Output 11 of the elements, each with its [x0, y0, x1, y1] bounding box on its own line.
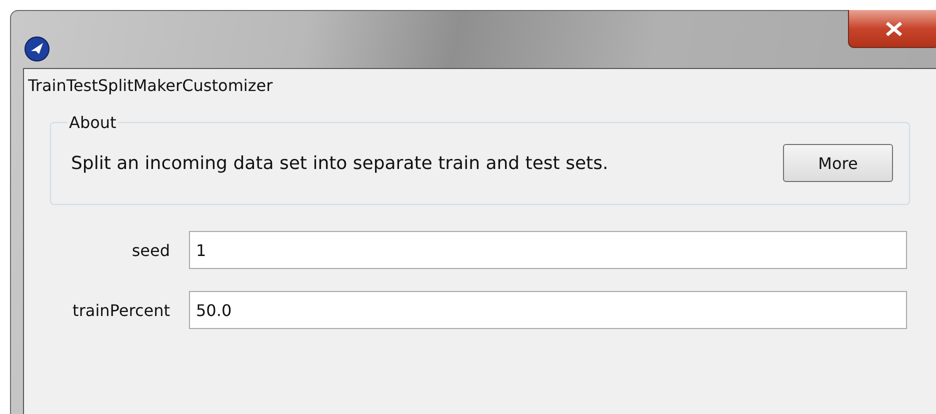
input-field[interactable]: 1 — [189, 231, 907, 269]
field-label: trainPercent — [72, 300, 170, 320]
close-button[interactable] — [848, 10, 936, 48]
group-legend: About — [67, 113, 118, 132]
description-text: Split an incoming data set into separate train and test sets. — [71, 152, 608, 174]
more-button[interactable]: More — [783, 144, 893, 182]
window-title: TrainTestSplitMakerCustomizer — [28, 76, 274, 95]
app-icon — [24, 36, 50, 62]
input-field[interactable]: 50.0 — [189, 291, 907, 329]
field-label: seed — [130, 240, 170, 260]
close-icon — [885, 22, 903, 36]
